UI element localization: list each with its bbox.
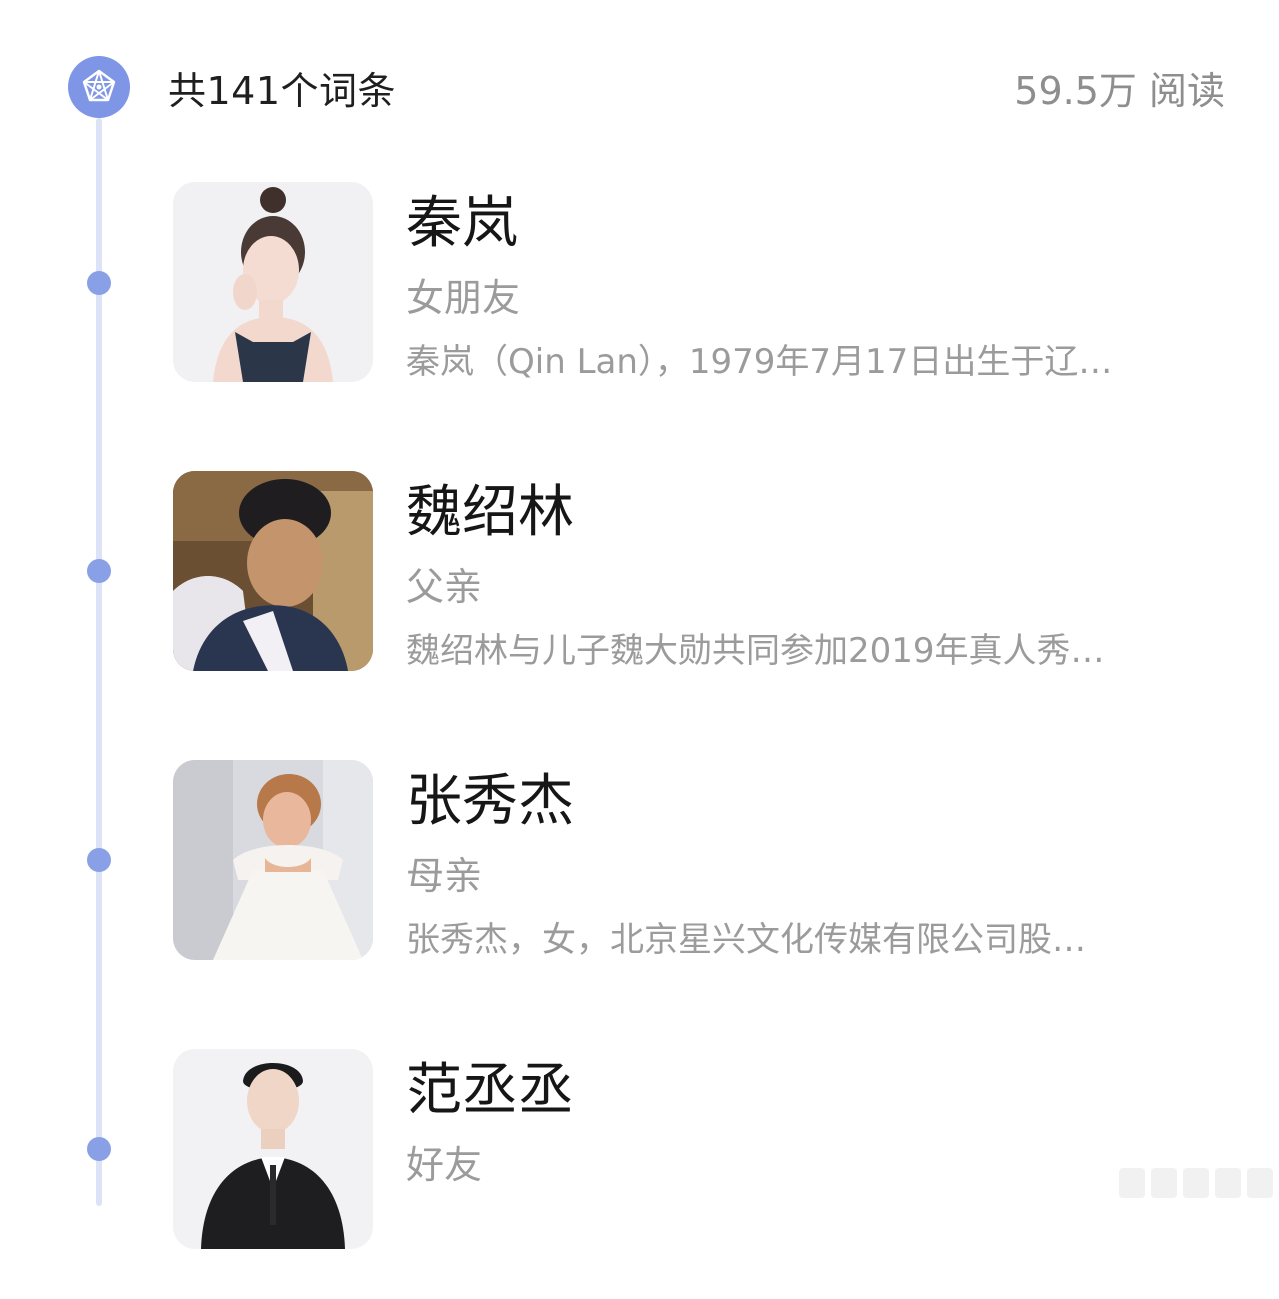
avatar[interactable]: [173, 471, 373, 671]
entry-name[interactable]: 秦岚: [406, 192, 518, 256]
relation-entry[interactable]: 张秀杰 母亲 张秀杰，女，北京星兴文化传媒有限公司股…: [0, 760, 1279, 1010]
entry-description: 秦岚（Qin Lan），1979年7月17日出生于辽…: [406, 342, 1113, 382]
entry-relation: 母亲: [406, 854, 483, 898]
avatar[interactable]: [173, 760, 373, 960]
entry-count-label: 共141个词条: [168, 69, 397, 113]
entry-relation: 好友: [406, 1143, 483, 1187]
entry-relation: 女朋友: [406, 276, 521, 320]
relation-entry[interactable]: 范丞丞 好友: [0, 1049, 1279, 1299]
avatar[interactable]: [173, 1049, 373, 1249]
header: 共141个词条 59.5万 阅读: [0, 0, 1279, 170]
entry-description: 张秀杰，女，北京星兴文化传媒有限公司股…: [406, 920, 1086, 960]
pentagram-network-icon: [68, 56, 130, 118]
entry-name[interactable]: 范丞丞: [406, 1059, 574, 1123]
relation-entry[interactable]: 魏绍林 父亲 魏绍林与儿子魏大勋共同参加2019年真人秀…: [0, 471, 1279, 721]
entry-name[interactable]: 张秀杰: [406, 770, 574, 834]
avatar[interactable]: [173, 182, 373, 382]
relation-entry[interactable]: 秦岚 女朋友 秦岚（Qin Lan），1979年7月17日出生于辽…: [0, 182, 1279, 432]
entry-description: 魏绍林与儿子魏大勋共同参加2019年真人秀…: [406, 631, 1105, 671]
watermark: [1119, 1168, 1273, 1198]
entry-relation: 父亲: [406, 565, 483, 609]
entry-name[interactable]: 魏绍林: [406, 481, 574, 545]
read-count-label: 59.5万 阅读: [1014, 69, 1225, 113]
